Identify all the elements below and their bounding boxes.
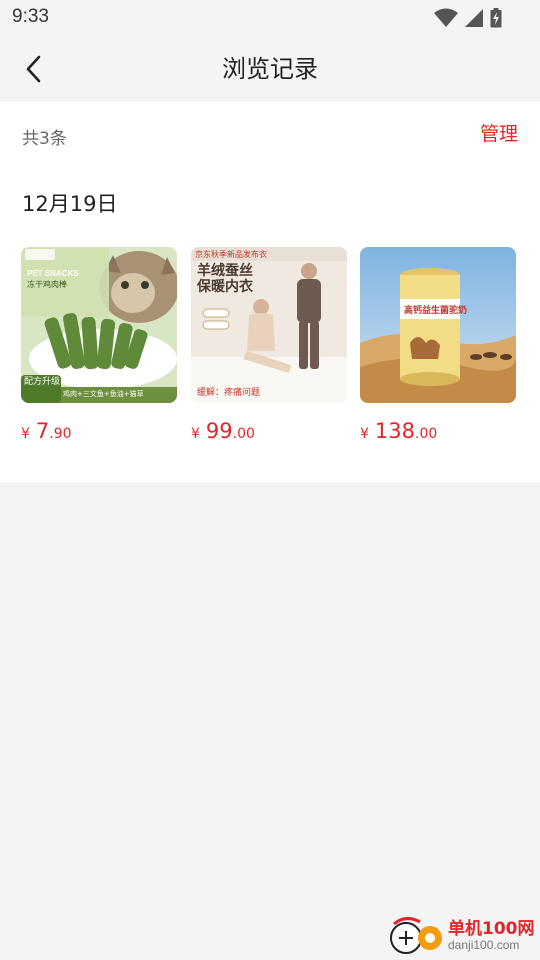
back-button[interactable]: [14, 49, 54, 89]
currency-symbol: ¥: [21, 426, 30, 442]
battery-icon: [490, 8, 502, 28]
product-price: ¥99.00: [191, 419, 347, 443]
price-integer: 99: [205, 419, 233, 443]
currency-symbol: ¥: [191, 426, 200, 442]
price-integer: 138: [374, 419, 416, 443]
underwear-banner: 京东秋季新品发布衣: [195, 250, 267, 259]
product-card[interactable]: PET SNACKS 冻干鸡肉棒 配方升级 鸡肉+三文鱼+鱼油+猫草 ¥7.90: [21, 247, 177, 443]
page-title: 浏览记录: [222, 55, 318, 83]
chevron-left-icon: [26, 55, 41, 83]
history-content: 共3条 管理 12月19日 PET SNACKS 冻干鸡肉棒 配方升级 鸡肉+三…: [0, 102, 540, 482]
pet-snacks-brand: PET SNACKS: [27, 269, 79, 278]
manage-button[interactable]: 管理: [480, 119, 518, 146]
signal-icon: [465, 9, 483, 27]
underwear-bottom-text: 缓解：疼痛问题: [197, 388, 261, 398]
app-bar: 浏览记录: [0, 36, 540, 102]
product-image-thermal-underwear[interactable]: 京东秋季新品发布衣 羊绒蚕丝 保暖内衣 缓解：疼痛问题: [191, 247, 347, 403]
status-icons: [434, 6, 502, 30]
product-price: ¥138.00: [360, 419, 516, 443]
status-time: 9:33: [12, 6, 49, 27]
pet-snacks-ingredients: 鸡肉+三文鱼+鱼油+猫草: [63, 390, 144, 398]
product-card[interactable]: 京东秋季新品发布衣 羊绒蚕丝 保暖内衣 缓解：疼痛问题 ¥99.00: [191, 247, 347, 443]
site-watermark: 单机100网 danji100.com: [386, 914, 536, 958]
pet-snacks-badge: 配方升级: [24, 377, 61, 387]
product-image-camel-milk[interactable]: 高钙益生菌驼奶: [360, 247, 516, 403]
watermark-logo-icon: [390, 917, 442, 954]
underwear-headline-2: 保暖内衣: [197, 279, 253, 295]
currency-symbol: ¥: [360, 426, 369, 442]
product-image-pet-snacks[interactable]: PET SNACKS 冻干鸡肉棒 配方升级 鸡肉+三文鱼+鱼油+猫草: [21, 247, 177, 403]
date-heading: 12月19日: [22, 192, 118, 216]
underwear-headline-1: 羊绒蚕丝: [197, 263, 253, 279]
watermark-url: danji100.com: [448, 938, 520, 952]
price-decimal: .90: [49, 426, 72, 442]
camel-milk-label: 高钙益生菌驼奶: [404, 306, 468, 316]
price-integer: 7: [35, 419, 50, 443]
pet-snacks-subtitle: 冻干鸡肉棒: [27, 280, 67, 289]
history-count: 共3条: [22, 129, 67, 149]
watermark-title: 单机100网: [448, 919, 535, 939]
price-decimal: .00: [415, 426, 438, 442]
wifi-icon: [434, 8, 458, 27]
status-bar: 9:33: [0, 0, 540, 36]
price-decimal: .00: [232, 426, 255, 442]
product-card[interactable]: 高钙益生菌驼奶 ¥138.00: [360, 247, 516, 443]
product-price: ¥7.90: [21, 419, 177, 443]
